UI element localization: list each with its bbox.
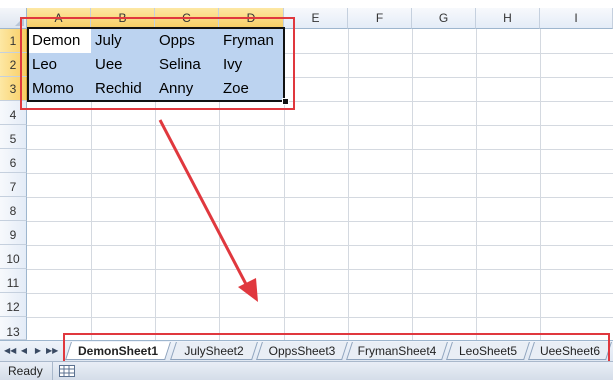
prev-sheet-button[interactable]: ◀ bbox=[18, 345, 30, 357]
next-sheet-button[interactable]: ▶ bbox=[32, 345, 44, 357]
sheet-tab-label: UeeSheet6 bbox=[539, 344, 601, 358]
sheet-tab-label: DemonSheet1 bbox=[77, 344, 159, 358]
annotation-arrow bbox=[158, 119, 258, 302]
arrow-head bbox=[238, 278, 258, 302]
status-divider bbox=[52, 362, 53, 380]
sheet-tab-ueesheet6[interactable]: UeeSheet6 bbox=[528, 342, 612, 360]
sheet-tab-demonsheet1[interactable]: DemonSheet1 bbox=[65, 342, 171, 360]
sheet-tab-julysheet2[interactable]: JulySheet2 bbox=[170, 342, 258, 360]
first-sheet-button[interactable]: ◀◀ bbox=[4, 345, 16, 357]
sheet-view-icon[interactable] bbox=[59, 365, 75, 377]
sheet-tab-label: JulySheet2 bbox=[184, 344, 244, 358]
status-bar: Ready bbox=[0, 361, 613, 380]
sheet-tab-label: LeoSheet5 bbox=[458, 344, 518, 358]
sheet-tab-frymansheet4[interactable]: FrymanSheet4 bbox=[346, 342, 448, 360]
sheet-tab-label: OppsSheet3 bbox=[268, 344, 336, 358]
sheet-tab-leosheet5[interactable]: LeoSheet5 bbox=[446, 342, 530, 360]
sheet-tab-oppssheet3[interactable]: OppsSheet3 bbox=[256, 342, 348, 360]
arrow-shaft bbox=[158, 119, 250, 289]
sheet-tab-label: FrymanSheet4 bbox=[357, 344, 437, 358]
status-ready: Ready bbox=[8, 364, 43, 378]
spreadsheet-window: A B C D E F G H I 1 2 3 4 5 6 7 8 9 10 1… bbox=[0, 0, 613, 380]
last-sheet-button[interactable]: ▶▶ bbox=[46, 345, 58, 357]
